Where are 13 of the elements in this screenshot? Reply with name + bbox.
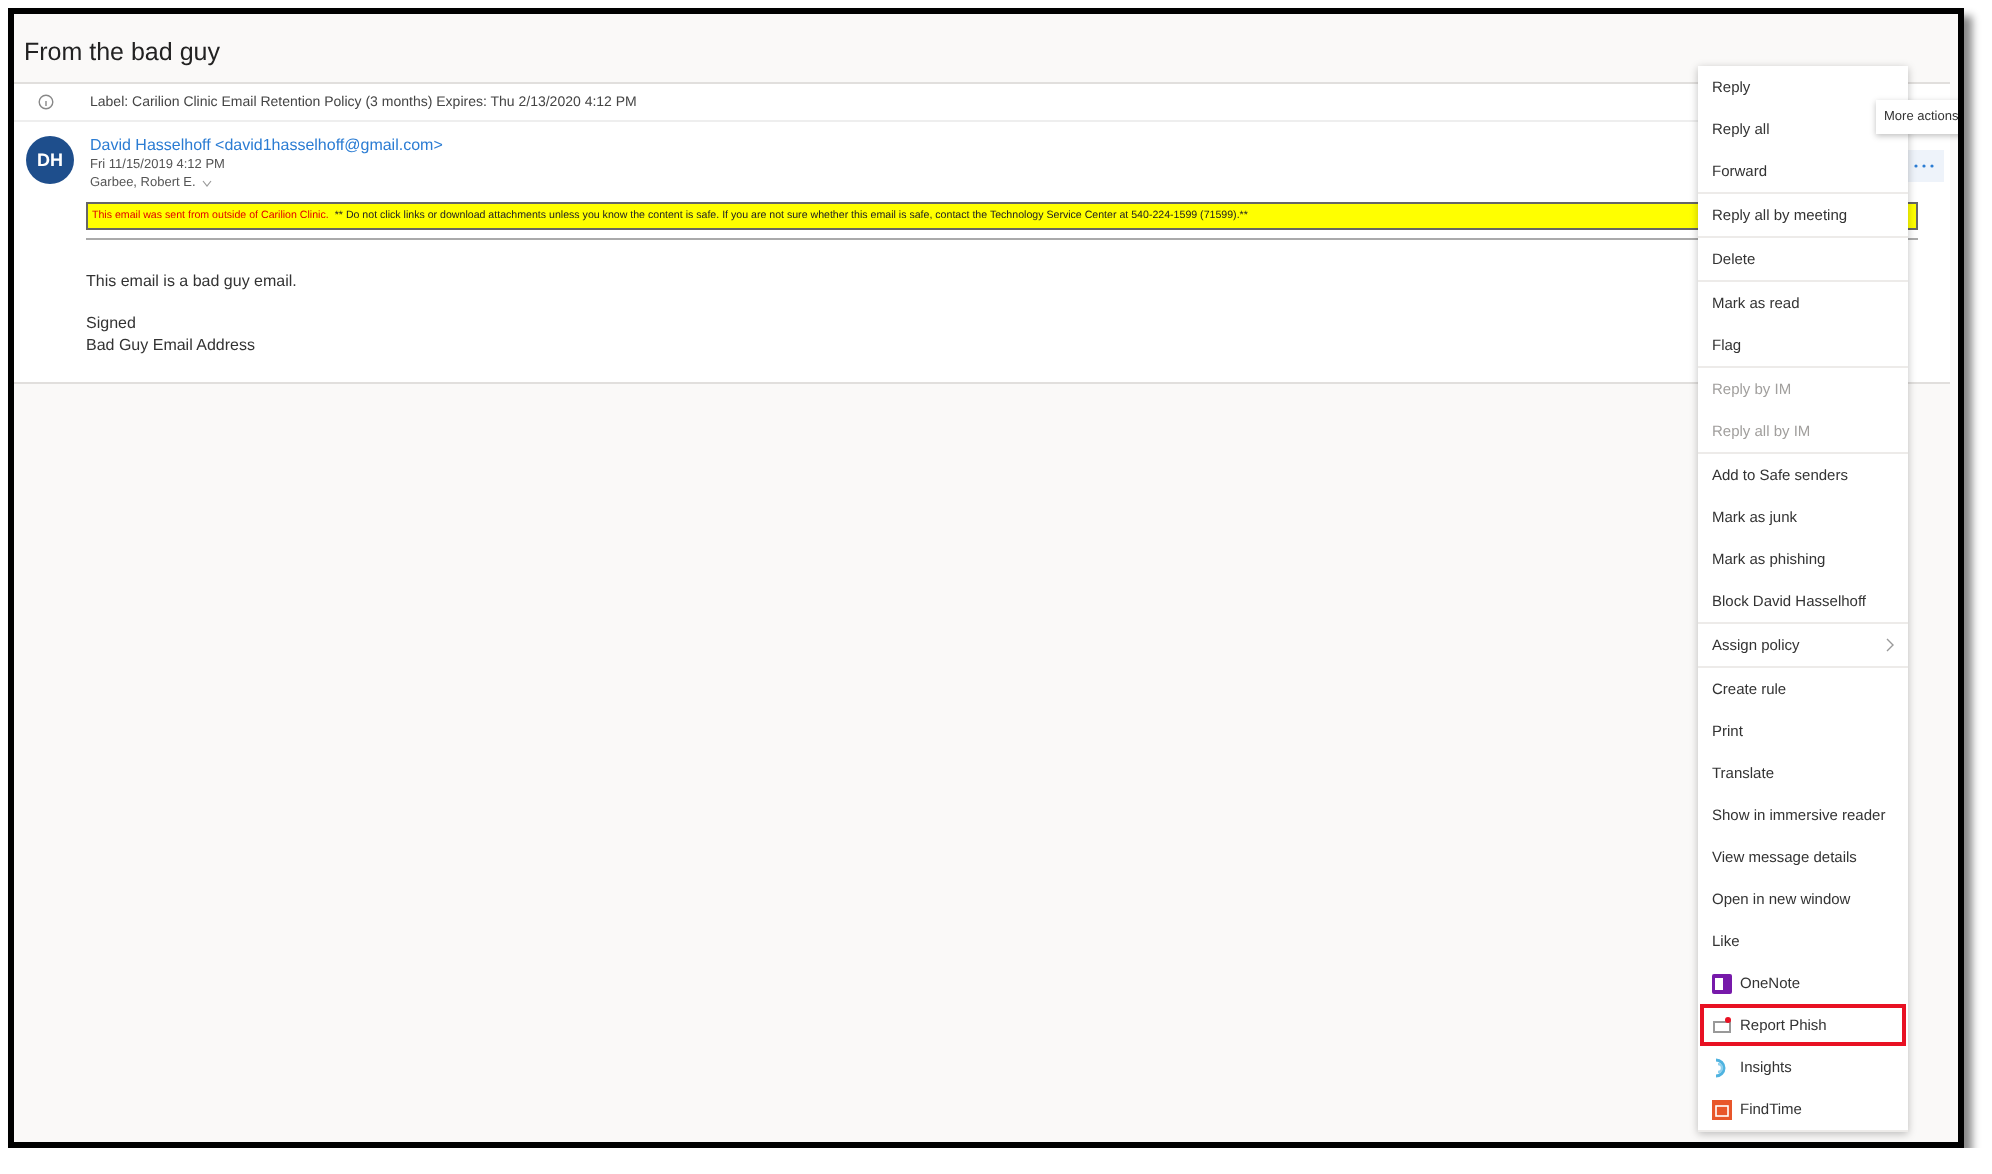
notebook-icon bbox=[1712, 973, 1732, 993]
chevron-right-icon bbox=[1886, 638, 1894, 652]
body-text: This email is a bad guy email. bbox=[86, 272, 297, 290]
sender-name[interactable]: David Hasselhoff <david1hasselhoff@gmail.com> bbox=[90, 136, 443, 154]
email-subject: From the bad guy bbox=[14, 14, 1958, 82]
envelope-icon bbox=[1712, 1015, 1732, 1035]
chevron-icon[interactable] bbox=[201, 179, 212, 187]
body-text: Bad Guy Email Address bbox=[86, 336, 255, 354]
avatar: DH bbox=[26, 136, 74, 184]
body-text: Signed bbox=[86, 314, 136, 332]
calendar-icon bbox=[1712, 1099, 1732, 1119]
more-actions-button[interactable] bbox=[1904, 150, 1944, 182]
info-icon bbox=[38, 94, 54, 110]
